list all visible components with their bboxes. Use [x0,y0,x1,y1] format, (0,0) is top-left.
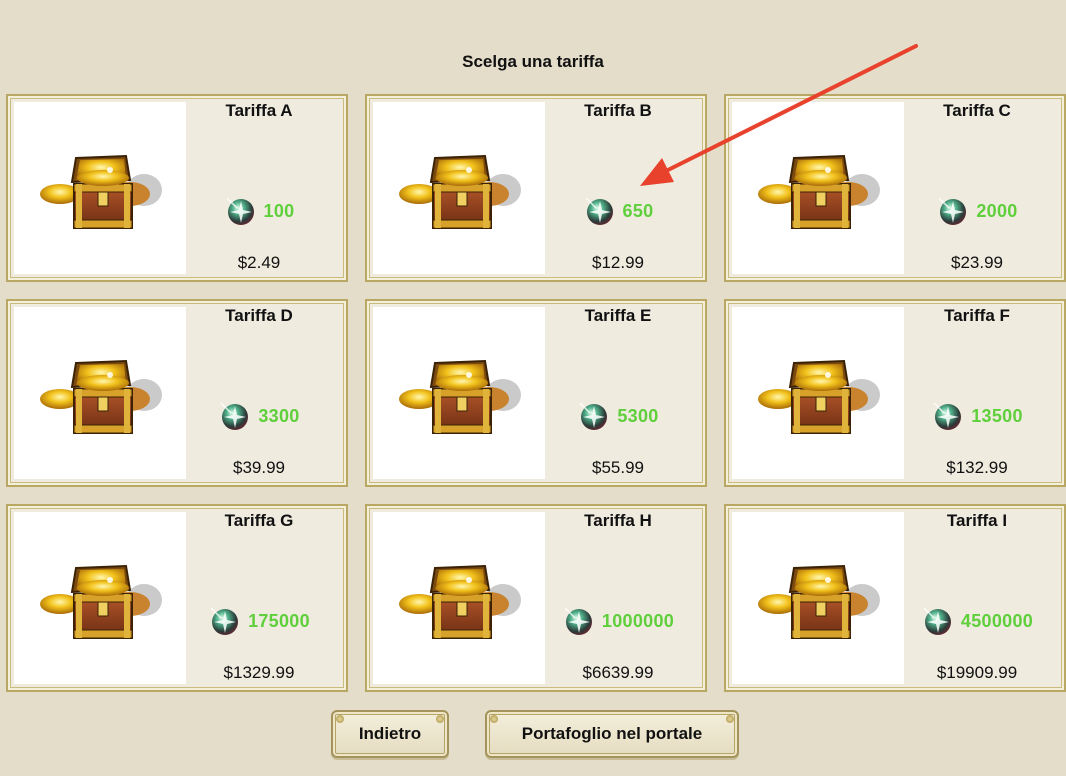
plan-price: $12.99 [592,253,644,272]
treasure-chest-icon [732,102,904,274]
plan-card-c[interactable]: Tariffa C 2000 $23.99 [724,94,1066,282]
page-title: Scelga una tariffa [462,52,604,71]
plan-amount: 100 [263,200,295,221]
plan-amount: 2000 [976,200,1018,221]
gem-icon [579,402,608,430]
plan-amount-row: 3300 [186,399,332,433]
gem-icon [210,607,239,635]
gem-icon [938,197,967,225]
plan-amount: 650 [622,200,654,221]
plan-amount: 4500000 [960,610,1034,631]
gem-icon [220,402,249,430]
plan-card-h[interactable]: Tariffa H 1000000 $6639.99 [365,504,707,692]
plan-amount: 175000 [248,610,310,631]
wallet-portal-button[interactable]: Portafoglio nel portale [485,710,739,758]
plan-price: $132.99 [946,458,1008,477]
plan-card-i[interactable]: Tariffa I 4500000 $19909.99 [724,504,1066,692]
plan-title: Tariffa A [225,101,293,120]
plan-price: $1329.99 [223,663,295,682]
plan-amount-row: 175000 [186,604,332,638]
plan-amount: 5300 [617,405,659,426]
treasure-chest-icon [14,307,186,479]
plan-amount: 13500 [971,405,1023,426]
plan-amount-row: 5300 [545,399,691,433]
back-button[interactable]: Indietro [331,710,449,758]
treasure-chest-icon [14,102,186,274]
plan-price: $2.49 [237,253,281,272]
plan-price: $19909.99 [936,663,1018,682]
plan-title: Tariffa E [584,306,652,325]
plan-card-a[interactable]: Tariffa A 100 $2.49 [6,94,348,282]
treasure-chest-icon [373,307,545,479]
plan-amount: 1000000 [601,610,675,631]
plan-amount-row: 4500000 [904,604,1050,638]
gem-icon [564,607,592,635]
plan-amount-row: 2000 [904,194,1050,228]
gem-icon [226,197,254,225]
plan-card-d[interactable]: Tariffa D 3300 $39.99 [6,299,348,487]
gem-icon [585,197,613,225]
plan-card-e[interactable]: Tariffa E 5300 $55.99 [365,299,707,487]
plan-title: Tariffa F [944,306,1010,325]
plan-title: Tariffa I [946,511,1008,530]
plan-grid: Tariffa A 100 $2.49 Tariffa B 650 $12.99… [6,94,1066,694]
treasure-chest-icon [373,512,545,684]
plan-title: Tariffa D [225,306,293,325]
plan-amount-row: 1000000 [545,604,691,638]
plan-amount-row: 650 [545,194,691,228]
plan-title: Tariffa C [943,101,1011,120]
plan-price: $55.99 [592,458,644,477]
treasure-chest-icon [732,512,904,684]
plan-price: $23.99 [951,253,1003,272]
plan-title: Tariffa G [224,511,294,530]
treasure-chest-icon [732,307,904,479]
plan-amount: 3300 [258,405,300,426]
plan-card-g[interactable]: Tariffa G 175000 $1329.99 [6,504,348,692]
plan-title: Tariffa B [584,101,652,120]
plan-title: Tariffa H [584,511,652,530]
plan-card-b[interactable]: Tariffa B 650 $12.99 [365,94,707,282]
treasure-chest-icon [373,102,545,274]
gem-icon [923,607,951,635]
gem-icon [933,402,962,430]
treasure-chest-icon [14,512,186,684]
plan-amount-row: 13500 [904,399,1050,433]
plan-amount-row: 100 [186,194,332,228]
plan-price: $39.99 [233,458,285,477]
plan-card-f[interactable]: Tariffa F 13500 $132.99 [724,299,1066,487]
plan-price: $6639.99 [582,663,654,682]
